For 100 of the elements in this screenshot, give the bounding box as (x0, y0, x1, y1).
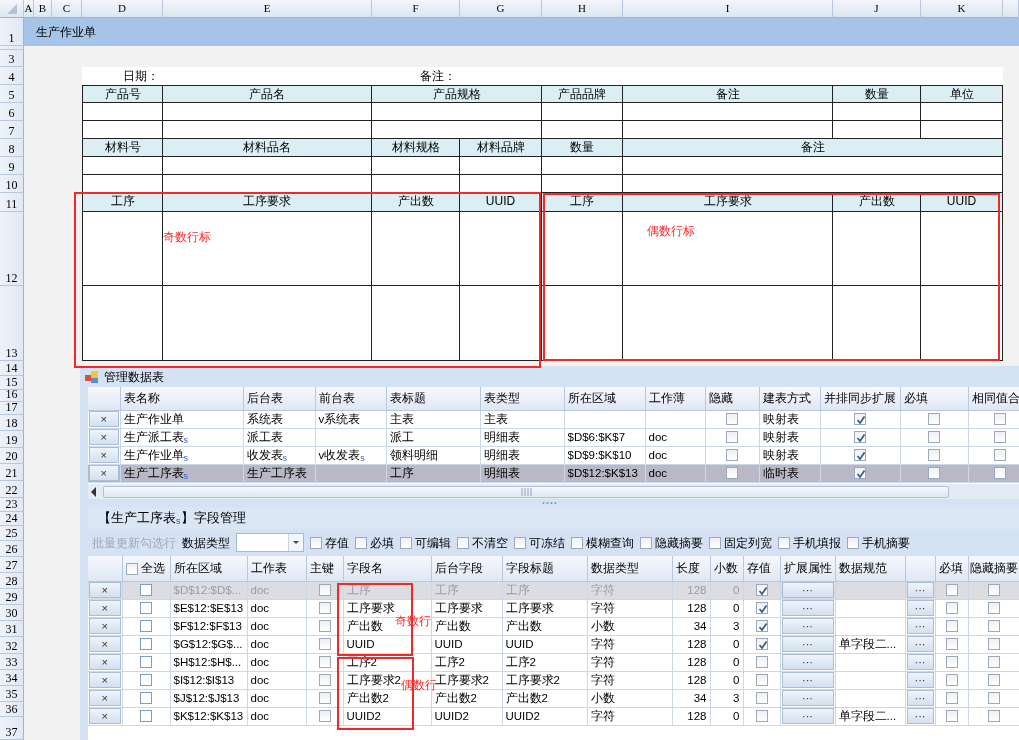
column-header[interactable]: 建表方式 (759, 387, 820, 410)
ellipsis-button[interactable]: ··· (906, 690, 934, 706)
column-header[interactable]: 数据类型 (587, 556, 672, 581)
ellipsis-button[interactable]: ··· (906, 618, 934, 634)
checkbox-label[interactable]: 存值 (325, 533, 349, 552)
ellipsis-button[interactable]: ··· (781, 618, 834, 634)
ellipsis-button[interactable]: ··· (781, 690, 834, 706)
row-header[interactable]: 28 (0, 573, 24, 589)
column-header[interactable]: K (921, 0, 1003, 18)
checkbox[interactable] (514, 536, 526, 549)
column-header[interactable]: 字段名 (343, 556, 431, 581)
scrollbar-thumb[interactable] (103, 485, 949, 498)
delete-button[interactable]: × (89, 708, 121, 724)
checkbox[interactable] (755, 602, 768, 615)
row-header[interactable]: 29 (0, 589, 24, 605)
ellipsis-button[interactable]: ··· (781, 636, 834, 652)
checkbox[interactable] (726, 467, 738, 480)
delete-button[interactable]: × (89, 654, 121, 670)
checkbox[interactable] (928, 467, 940, 480)
checkbox[interactable] (987, 692, 1000, 705)
checkbox[interactable] (987, 638, 1000, 651)
row-header[interactable]: 11 (0, 193, 24, 212)
row-header[interactable]: 30 (0, 605, 24, 621)
checkbox[interactable] (854, 413, 866, 426)
column-header[interactable]: 后台字段 (431, 556, 502, 581)
row-header[interactable]: 1 (0, 18, 24, 46)
checkbox[interactable] (987, 710, 1000, 723)
checkbox[interactable] (140, 656, 152, 669)
column-header[interactable]: 数据规范 (835, 556, 905, 581)
row-header[interactable]: 27 (0, 557, 24, 573)
column-header[interactable]: 所在区域 (564, 387, 645, 410)
checkbox-label[interactable]: 固定列宽 (724, 533, 772, 552)
delete-button[interactable]: × (89, 447, 119, 463)
row-header[interactable]: 8 (0, 139, 24, 157)
column-header[interactable]: 隐藏 (705, 387, 759, 410)
column-header[interactable]: B (34, 0, 52, 18)
ellipsis-button[interactable]: ··· (906, 636, 934, 652)
ellipsis-button[interactable]: ··· (781, 708, 834, 724)
checkbox[interactable] (778, 536, 790, 549)
checkbox[interactable] (755, 620, 768, 633)
checkbox[interactable] (355, 536, 367, 549)
data-type-dropdown[interactable] (236, 533, 304, 552)
horizontal-scrollbar[interactable] (88, 484, 1019, 499)
table-row[interactable]: × 生产作业单$_{s}$ 收发表$_{s}$ v收发表$_{s}$ 领料明细 明细表 $D$9:$K$10 doc 映射表 (88, 446, 1019, 464)
checkbox[interactable] (318, 638, 331, 651)
column-header[interactable]: 必填 (935, 556, 968, 581)
checkbox-label[interactable]: 隐藏摘要 (655, 533, 703, 552)
checkbox[interactable] (847, 536, 859, 549)
checkbox[interactable] (726, 431, 738, 444)
ellipsis-button[interactable]: ··· (781, 600, 834, 616)
row-header[interactable]: 6 (0, 103, 24, 121)
checkbox-label[interactable]: 手机填报 (793, 533, 841, 552)
checkbox[interactable] (318, 656, 331, 669)
checkbox-label[interactable]: 不清空 (472, 533, 508, 552)
column-header[interactable]: 隐藏摘要 (968, 556, 1019, 581)
checkbox[interactable] (755, 656, 768, 669)
checkbox-label[interactable]: 手机摘要 (862, 533, 910, 552)
row-header[interactable]: 34 (0, 670, 24, 686)
checkbox[interactable] (928, 431, 940, 444)
checkbox[interactable] (945, 692, 958, 705)
checkbox[interactable] (987, 656, 1000, 669)
row-header[interactable]: 10 (0, 175, 24, 193)
scroll-left-icon[interactable] (90, 485, 98, 498)
checkbox[interactable] (854, 467, 866, 480)
column-header[interactable]: 相同值合 (968, 387, 1019, 410)
row-header[interactable]: 7 (0, 121, 24, 139)
checkbox[interactable] (310, 536, 322, 549)
checkbox[interactable] (140, 602, 152, 615)
row-header[interactable]: 35 (0, 686, 24, 702)
checkbox[interactable] (854, 431, 866, 444)
delete-button[interactable]: × (89, 600, 121, 616)
delete-button[interactable]: × (89, 411, 119, 427)
column-header[interactable]: 后台表 (243, 387, 315, 410)
column-header[interactable]: 全选 (122, 556, 170, 581)
row-header[interactable]: 3 (0, 50, 24, 67)
column-header[interactable]: J (833, 0, 921, 18)
delete-button[interactable]: × (89, 690, 121, 706)
row-header[interactable]: 13 (0, 286, 24, 361)
checkbox[interactable] (987, 602, 1000, 615)
checkbox-label[interactable]: 必填 (370, 533, 394, 552)
checkbox-label[interactable]: 可编辑 (415, 533, 451, 552)
ellipsis-button[interactable]: ··· (906, 600, 934, 616)
checkbox[interactable] (945, 656, 958, 669)
row-header[interactable]: 23 (0, 498, 24, 512)
checkbox[interactable] (140, 620, 152, 633)
checkbox-label[interactable]: 可冻结 (529, 533, 565, 552)
select-all-label[interactable]: 全选 (137, 561, 165, 574)
delete-button[interactable]: × (89, 618, 121, 634)
checkbox[interactable] (400, 536, 412, 549)
row-header[interactable]: 22 (0, 481, 24, 498)
ellipsis-button[interactable]: ··· (906, 672, 934, 688)
checkbox[interactable] (571, 536, 583, 549)
column-header[interactable]: G (460, 0, 542, 18)
checkbox[interactable] (318, 692, 331, 705)
checkbox[interactable] (318, 674, 331, 687)
ellipsis-button[interactable]: ··· (781, 654, 834, 670)
row-header[interactable]: 4 (0, 67, 24, 85)
column-header[interactable]: 工作表 (247, 556, 306, 581)
column-header[interactable]: 必填 (900, 387, 968, 410)
checkbox-label[interactable]: 模糊查询 (586, 533, 634, 552)
